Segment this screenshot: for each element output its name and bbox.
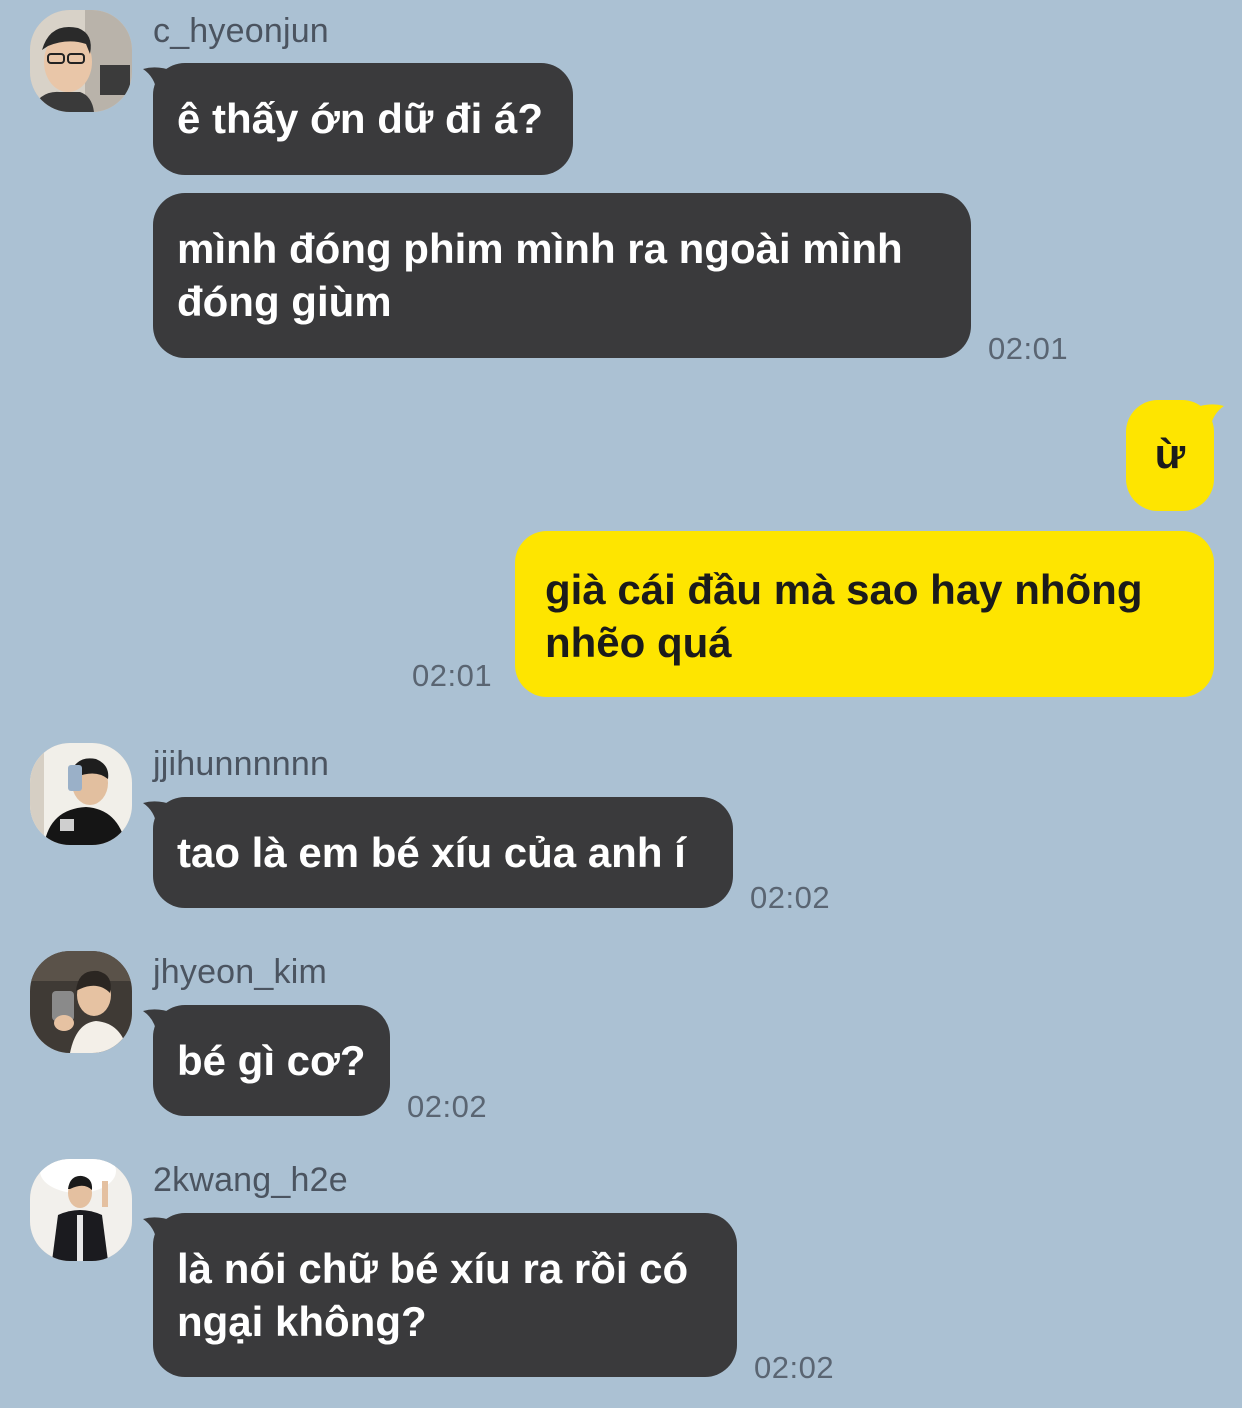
message-text: là nói chữ bé xíu ra rồi có ngại không? [177,1245,689,1345]
message-bubble-outgoing[interactable]: ừ [1126,400,1224,511]
profile-photo [30,1159,132,1261]
message-bubble[interactable]: bé gì cơ? [143,1005,390,1116]
profile-photo [30,743,132,845]
message-text: ê thấy ớn dữ đi á? [177,95,543,142]
sender-name: jhyeon_kim [153,953,327,991]
message-text: ừ [1154,430,1186,477]
message-bubble[interactable]: ê thấy ớn dữ đi á? [143,63,573,175]
message-bubble[interactable]: là nói chữ bé xíu ra rồi có ngại không? [143,1213,737,1377]
message-text: mình đóng phim mình ra ngoài mình đóng g… [177,225,903,325]
message-text: già cái đầu mà sao hay nhõng nhẽo quá [545,566,1143,666]
sender-name: jjihunnnnnn [153,745,330,783]
timestamp: 02:02 [754,1350,835,1385]
message-bubble[interactable]: mình đóng phim mình ra ngoài mình đóng g… [153,193,971,358]
bubble-tail [1194,404,1224,430]
bubble-tail [143,1009,173,1035]
profile-photo [30,951,132,1053]
avatar-jhyeon-kim[interactable] [30,951,132,1053]
avatar-jjihunnnnnn[interactable] [30,743,132,845]
profile-photo [30,10,132,112]
message-text: bé gì cơ? [177,1037,366,1084]
message-text: tao là em bé xíu của anh í [177,829,686,876]
avatar-c-hyeonjun[interactable] [30,10,132,112]
bubble-tail [143,1217,173,1243]
bubble-tail [143,67,173,93]
sender-name: 2kwang_h2e [153,1161,348,1199]
timestamp: 02:01 [988,331,1069,366]
message-bubble-outgoing[interactable]: già cái đầu mà sao hay nhõng nhẽo quá [515,531,1214,697]
avatar-2kwang-h2e[interactable] [30,1159,132,1261]
timestamp: 02:02 [750,880,831,915]
timestamp: 02:01 [412,658,493,693]
message-bubble[interactable]: tao là em bé xíu của anh í [143,797,733,908]
timestamp: 02:02 [407,1089,488,1124]
bubble-tail [143,801,173,827]
sender-name: c_hyeonjun [153,12,329,50]
